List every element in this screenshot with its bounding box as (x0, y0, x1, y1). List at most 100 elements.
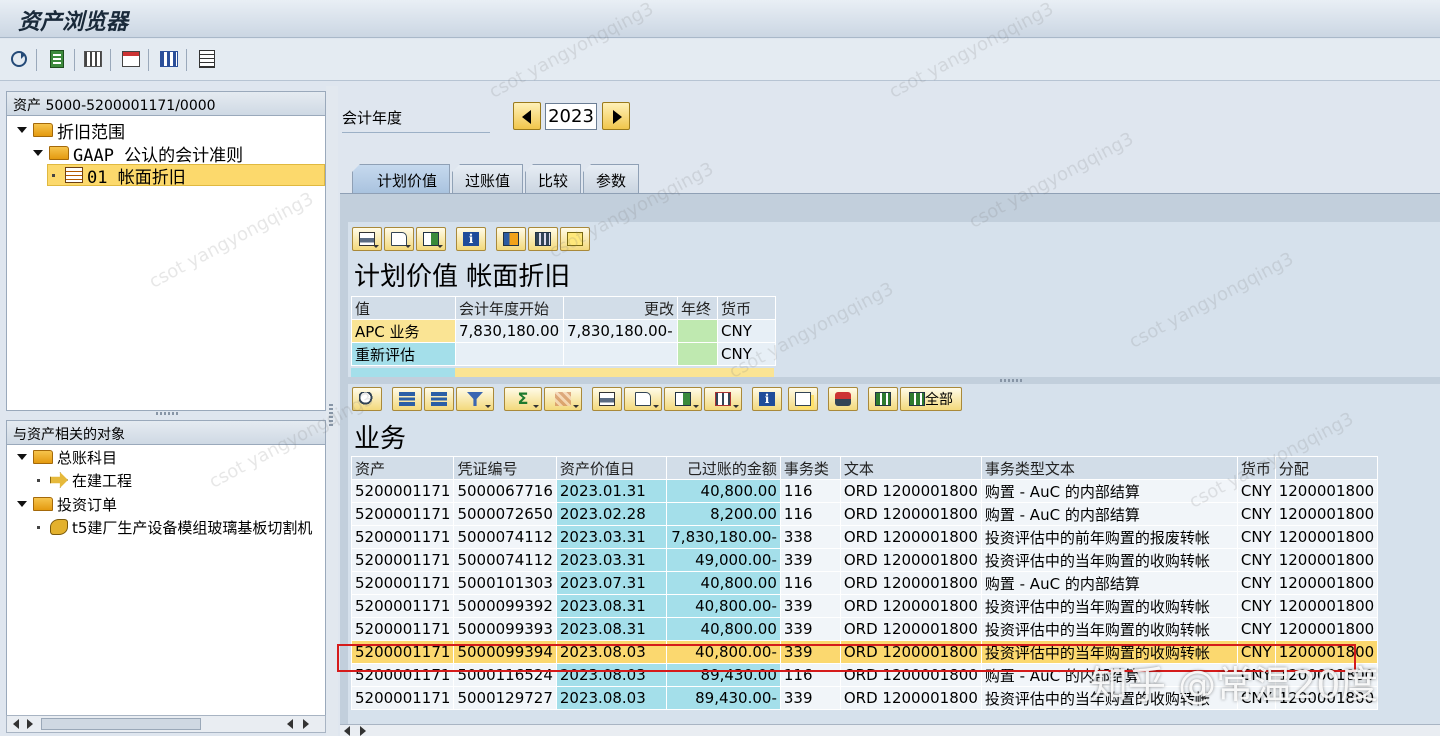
column-header[interactable]: 己过账的金额 (665, 456, 781, 480)
refresh-button[interactable] (6, 47, 32, 71)
tag-button[interactable] (828, 387, 858, 411)
tree-node-order-item[interactable]: t5建厂生产设备模组玻璃基板切割机 (33, 516, 325, 538)
table-row[interactable]: 5200001171 5000099393 2023.08.31 40,800.00 3… (350, 617, 1379, 641)
tab-comparison[interactable]: 比较 (525, 164, 582, 194)
details-button[interactable] (352, 387, 382, 411)
table-row[interactable]: 5200001171 5000074112 2023.03.31 7,830,180.… (350, 525, 1379, 549)
splitter-handle[interactable] (156, 412, 180, 415)
document-icon (391, 232, 407, 246)
tree-node-auc[interactable]: 在建工程 (33, 469, 132, 491)
scroll-right-icon[interactable] (360, 726, 366, 736)
sort-descending-icon (431, 392, 447, 406)
table-row[interactable]: 5200001171 5000074112 2023.03.31 49,000.00-… (350, 548, 1379, 572)
export-button[interactable] (664, 387, 702, 411)
table-row[interactable]: 5200001171 5000099392 2023.08.31 40,800.00-… (350, 594, 1379, 618)
fiscal-year-field[interactable]: 2023 (545, 103, 597, 130)
horizontal-scrollbar[interactable] (6, 715, 326, 733)
scroll-thumb[interactable] (41, 718, 201, 730)
flag-button[interactable] (496, 227, 526, 251)
subtotal-button[interactable] (544, 387, 582, 411)
column-header[interactable]: 年终 (677, 296, 718, 320)
splitter-handle[interactable] (329, 404, 333, 428)
table-row[interactable]: 5200001171 5000067716 2023.01.31 40,800.00 1… (350, 479, 1379, 503)
column-header[interactable]: 分配 (1274, 456, 1379, 480)
scroll-left-icon[interactable] (13, 719, 19, 729)
info-button[interactable]: i (752, 387, 782, 411)
tab-posted-values[interactable]: 过账值 (452, 164, 524, 194)
filter-button[interactable] (456, 387, 494, 411)
cell-transaction-type: 338 (779, 525, 841, 549)
column-header[interactable]: 事务类型文本 (980, 456, 1238, 480)
calculator-button[interactable] (528, 227, 558, 251)
view-button[interactable] (624, 387, 662, 411)
print-button[interactable] (592, 387, 622, 411)
note-button[interactable] (560, 227, 590, 251)
column-header[interactable]: 货币 (1236, 456, 1276, 480)
scroll-right-icon[interactable] (303, 719, 309, 729)
tree-node-investment-order[interactable]: 投资订单 (17, 493, 117, 515)
structure-button[interactable] (118, 47, 144, 71)
title-bar: 资产浏览器 (0, 0, 1440, 38)
copy-button[interactable] (788, 387, 818, 411)
column-header[interactable]: 会计年度开始 (455, 296, 564, 320)
horizontal-scrollbar[interactable] (340, 724, 1440, 736)
expand-icon[interactable] (33, 150, 43, 156)
column-header[interactable]: 事务类 (779, 456, 841, 480)
cell-assignment: 1200001800 (1274, 640, 1379, 664)
display-icon (50, 50, 64, 68)
scroll-left-icon[interactable] (344, 726, 350, 736)
table-row[interactable]: APC 业务 7,830,180.00 7,830,180.00- CNY (351, 319, 776, 343)
cell-transaction-type: 116 (779, 571, 841, 595)
asset-values-button[interactable] (80, 47, 106, 71)
scroll-left-icon[interactable] (287, 719, 293, 729)
sort-descending-button[interactable] (424, 387, 454, 411)
cell-text: ORD 1200001800 (839, 502, 982, 526)
layout-button[interactable] (704, 387, 742, 411)
tab-parameters[interactable]: 参数 (583, 164, 640, 194)
sort-ascending-button[interactable] (392, 387, 422, 411)
expand-icon[interactable] (17, 501, 27, 507)
overview-button[interactable] (156, 47, 182, 71)
columns-icon (875, 392, 891, 406)
splitter-handle[interactable] (1000, 379, 1024, 382)
column-header[interactable]: 凭证编号 (453, 456, 557, 480)
next-year-button[interactable] (602, 102, 630, 130)
tree-node-gl-account[interactable]: 总账科目 (17, 446, 117, 468)
sum-button[interactable]: Σ (504, 387, 542, 411)
column-header[interactable]: 文本 (839, 456, 982, 480)
cell-assignment: 1200001800 (1274, 594, 1379, 618)
column-header[interactable]: 资产 (350, 456, 455, 480)
expand-icon[interactable] (17, 127, 27, 133)
list-button[interactable] (194, 47, 220, 71)
all-button[interactable]: 全部 (900, 387, 962, 411)
expand-icon[interactable] (17, 454, 27, 460)
tree-node-gaap[interactable]: GAAP 公认的会计准则 (33, 142, 243, 166)
cell-currency: CNY (1236, 548, 1276, 572)
cell-document-number: 5000101303 (453, 571, 557, 595)
table-row[interactable]: 5200001171 5000129727 2023.08.03 89,430.00-… (350, 686, 1379, 710)
info-button[interactable]: i (456, 227, 486, 251)
tree-node-depreciation-areas[interactable]: 折旧范围 (17, 119, 125, 143)
table-row[interactable]: 5200001171 5000099394 2023.08.03 40,800.00-… (350, 640, 1379, 664)
cell-text: ORD 1200001800 (839, 479, 982, 503)
table-row[interactable]: 5200001171 5000072650 2023.02.28 8,200.00 11… (350, 502, 1379, 526)
scroll-right-icon[interactable] (27, 719, 33, 729)
columns-button[interactable] (868, 387, 898, 411)
print-button[interactable] (352, 227, 382, 251)
column-header[interactable]: 货币 (717, 296, 776, 320)
column-header[interactable]: 更改 (563, 296, 678, 320)
cell-transaction-type-text: 购置 - AuC 的内部结算 (980, 502, 1238, 526)
view-button[interactable] (384, 227, 414, 251)
cell-transaction-type-text: 投资评估中的当年购置的收购转帐 (980, 548, 1238, 572)
table-row[interactable]: 5200001171 5000116524 2023.08.03 89,430.00 1… (350, 663, 1379, 687)
cell-value-date: 2023.03.31 (555, 525, 667, 549)
column-header[interactable]: 资产价值日 (555, 456, 667, 480)
display-button[interactable] (44, 47, 70, 71)
tab-planned-values[interactable]: 计划价值 (352, 164, 451, 194)
table-row[interactable]: 5200001171 5000101303 2023.07.31 40,800.00 1… (350, 571, 1379, 595)
export-button[interactable] (416, 227, 446, 251)
column-header[interactable]: 值 (351, 296, 456, 320)
tree-node-book-depreciation[interactable]: 01 帐面折旧 (47, 164, 325, 188)
previous-year-button[interactable] (513, 102, 541, 130)
table-row[interactable]: 重新评估 CNY (351, 342, 776, 366)
